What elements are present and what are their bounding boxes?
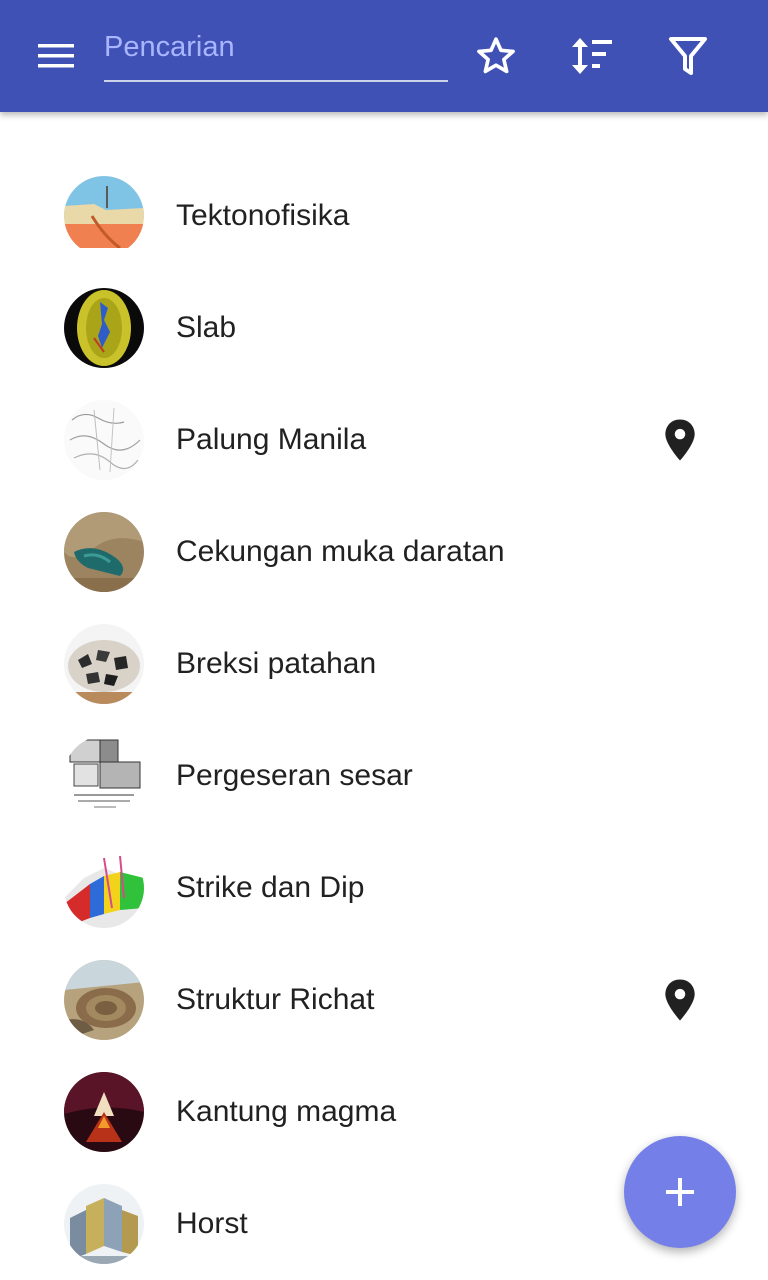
- item-label: Breksi patahan: [176, 647, 377, 680]
- basin-thumbnail: [64, 512, 144, 592]
- horst-thumbnail: [64, 1184, 144, 1264]
- list-item[interactable]: Cekungan muka daratan: [0, 496, 768, 608]
- strike-dip-thumbnail: [64, 848, 144, 928]
- list-item[interactable]: Pergeseran sesar: [0, 720, 768, 832]
- sort-icon: [572, 38, 612, 74]
- list-item[interactable]: Struktur Richat: [0, 944, 768, 1056]
- sort-button[interactable]: [564, 28, 620, 84]
- plus-icon: [666, 1178, 694, 1206]
- add-button[interactable]: [624, 1136, 736, 1248]
- item-label: Slab: [176, 311, 237, 344]
- item-label: Kantung magma: [176, 1095, 397, 1128]
- item-label: Strike dan Dip: [176, 871, 365, 904]
- item-label: Palung Manila: [176, 423, 367, 456]
- item-label: Horst: [176, 1207, 248, 1240]
- filter-button[interactable]: [660, 28, 716, 84]
- filter-icon: [669, 37, 707, 75]
- item-label: Pergeseran sesar: [176, 759, 413, 792]
- list-item[interactable]: Palung Manila: [0, 384, 768, 496]
- magma-thumbnail: [64, 1072, 144, 1152]
- list-item[interactable]: Strike dan Dip: [0, 832, 768, 944]
- location-pin-icon[interactable]: [662, 418, 698, 462]
- list-item[interactable]: Breksi patahan: [0, 608, 768, 720]
- tectonic-thumbnail: [64, 176, 144, 256]
- search-input[interactable]: [104, 24, 448, 70]
- list-item[interactable]: Tektonofisika: [0, 160, 768, 272]
- favorites-button[interactable]: [468, 28, 524, 84]
- topic-list: Tektonofisika Slab Palung Manila Cekunga…: [0, 160, 768, 1280]
- search-field[interactable]: [104, 24, 448, 82]
- app-bar: [0, 0, 768, 112]
- location-pin-icon[interactable]: [662, 978, 698, 1022]
- item-label: Cekungan muka daratan: [176, 535, 505, 568]
- item-label: Struktur Richat: [176, 983, 375, 1016]
- list-item[interactable]: Slab: [0, 272, 768, 384]
- item-label: Tektonofisika: [176, 199, 350, 232]
- breccia-thumbnail: [64, 624, 144, 704]
- richat-thumbnail: [64, 960, 144, 1040]
- slab-thumbnail: [64, 288, 144, 368]
- fault-slip-thumbnail: [64, 736, 144, 816]
- menu-icon: [38, 44, 74, 68]
- menu-button[interactable]: [24, 28, 88, 84]
- star-icon: [477, 37, 515, 74]
- trench-thumbnail: [64, 400, 144, 480]
